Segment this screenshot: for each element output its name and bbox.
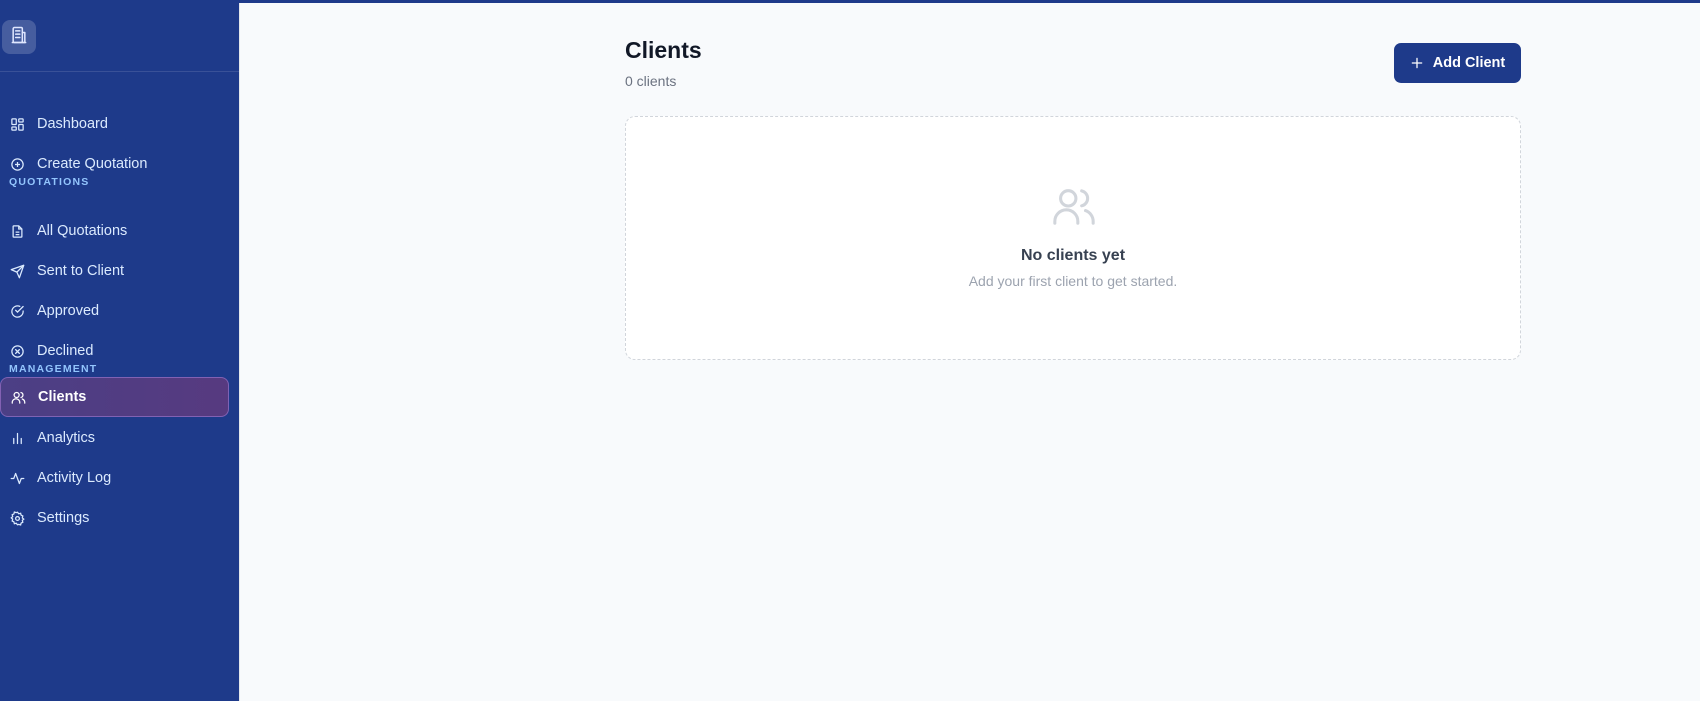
sidebar-item-sent-to-client[interactable]: Sent to Client [0,251,229,291]
sidebar-item-settings[interactable]: Settings [0,498,229,538]
empty-state-title: No clients yet [1020,247,1126,264]
send-icon [9,263,25,279]
bar-chart-icon [9,430,25,446]
empty-state-card: No clients yet Add your first client to … [625,116,1521,360]
sidebar-item-label: All Quotations [37,223,128,239]
sidebar-item-all-quotations[interactable]: All Quotations [0,211,229,251]
plus-icon [1410,56,1424,70]
sidebar-item-label: Clients [38,389,87,405]
main-content: Clients 0 clients Add Client No clients … [241,3,1700,701]
section-label-management: MANAGEMENT [9,363,98,375]
check-circle-icon [9,303,25,319]
page-title: Clients [625,37,702,63]
sidebar-item-dashboard[interactable]: Dashboard [0,104,229,144]
sidebar-item-clients[interactable]: Clients [0,377,229,417]
document-icon [9,223,25,239]
sidebar-item-approved[interactable]: Approved [0,291,229,331]
plus-circle-icon [9,156,25,172]
users-icon [1050,183,1098,234]
sidebar-item-activity-log[interactable]: Activity Log [0,458,229,498]
sidebar-item-label: Settings [37,510,90,526]
top-accent-bar [0,0,1700,3]
sidebar-item-label: Sent to Client [37,263,125,279]
add-client-label: Add Client [1432,55,1506,71]
empty-state-subtitle: Add your first client to get started. [968,273,1178,289]
sidebar-item-label: Create Quotation [37,156,148,172]
section-label-quotations: QUOTATIONS [9,176,90,188]
activity-icon [9,470,25,486]
dashboard-icon [9,116,25,132]
sidebar-item-label: Dashboard [37,116,108,132]
sidebar-item-label: Approved [37,303,100,319]
users-icon [10,389,26,405]
building-icon [9,25,29,50]
sidebar-item-label: Activity Log [37,470,112,486]
x-circle-icon [9,343,25,359]
app-logo[interactable] [2,20,36,54]
sidebar: Dashboard Create Quotation QUOTATIONS Al… [0,0,240,701]
client-count: 0 clients [625,73,677,89]
sidebar-item-label: Declined [37,343,94,359]
sidebar-item-label: Analytics [37,430,96,446]
sidebar-item-analytics[interactable]: Analytics [0,418,229,458]
gear-icon [9,510,25,526]
sidebar-header [0,0,239,72]
add-client-button[interactable]: Add Client [1394,43,1521,83]
